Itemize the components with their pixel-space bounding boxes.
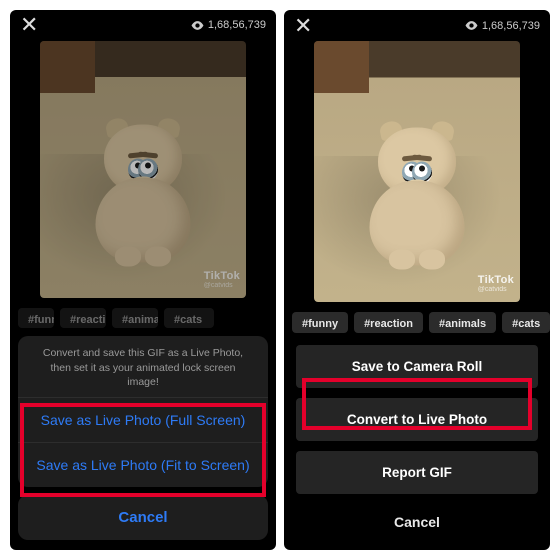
action-sheet: Convert and save this GIF as a Live Phot… [10, 336, 276, 550]
view-count-value: 1,68,56,739 [482, 20, 540, 32]
sheet-description: Convert and save this GIF as a Live Phot… [18, 336, 268, 397]
save-live-fit-button[interactable]: Save as Live Photo (Fit to Screen) [18, 442, 268, 487]
screenshot-right: ✕ 1,68,56,739 Tik [284, 10, 550, 550]
watermark-handle: @catvids [204, 282, 240, 290]
tag-row: #funny #reaction #animals #cats #anim [284, 302, 550, 341]
tag-chip[interactable]: #cats [164, 308, 214, 329]
button-stack: Save to Camera Roll Convert to Live Phot… [284, 341, 550, 550]
screenshot-left: ✕ 1,68,56,739 Tik [10, 10, 276, 550]
tag-chip[interactable]: #funny [292, 312, 348, 333]
watermark-brand: TikTok [478, 274, 514, 286]
tag-chip[interactable]: #funny [18, 308, 54, 329]
view-count: 1,68,56,739 [465, 20, 540, 32]
close-icon[interactable]: ✕ [20, 14, 38, 36]
watermark-brand: TikTok [204, 270, 240, 282]
close-icon[interactable]: ✕ [294, 15, 312, 37]
tag-chip[interactable]: #cats [502, 312, 550, 333]
tag-chip[interactable]: #animals [429, 312, 496, 333]
cancel-button[interactable]: Cancel [296, 504, 538, 540]
cancel-button[interactable]: Cancel [18, 495, 268, 540]
eye-icon [465, 21, 478, 30]
save-camera-roll-button[interactable]: Save to Camera Roll [296, 345, 538, 388]
top-bar: ✕ 1,68,56,739 [10, 10, 276, 41]
view-count-value: 1,68,56,739 [208, 19, 266, 31]
tiktok-watermark: TikTok @catvids [478, 274, 514, 294]
tiktok-watermark: TikTok @catvids [204, 270, 240, 290]
report-gif-button[interactable]: Report GIF [296, 451, 538, 494]
view-count: 1,68,56,739 [191, 19, 266, 31]
save-live-full-button[interactable]: Save as Live Photo (Full Screen) [18, 397, 268, 442]
watermark-handle: @catvids [478, 286, 514, 294]
eye-icon [191, 21, 204, 30]
tag-chip[interactable]: #animals [112, 308, 158, 329]
tag-chip[interactable]: #reaction [354, 312, 423, 333]
gif-preview: TikTok @catvids [314, 41, 520, 302]
tag-row: #funny #reaction #animals #cats [10, 298, 276, 337]
top-bar: ✕ 1,68,56,739 [284, 10, 550, 41]
convert-live-photo-button[interactable]: Convert to Live Photo [296, 398, 538, 441]
tag-chip[interactable]: #reaction [60, 308, 106, 329]
gif-preview: TikTok @catvids [40, 41, 246, 298]
